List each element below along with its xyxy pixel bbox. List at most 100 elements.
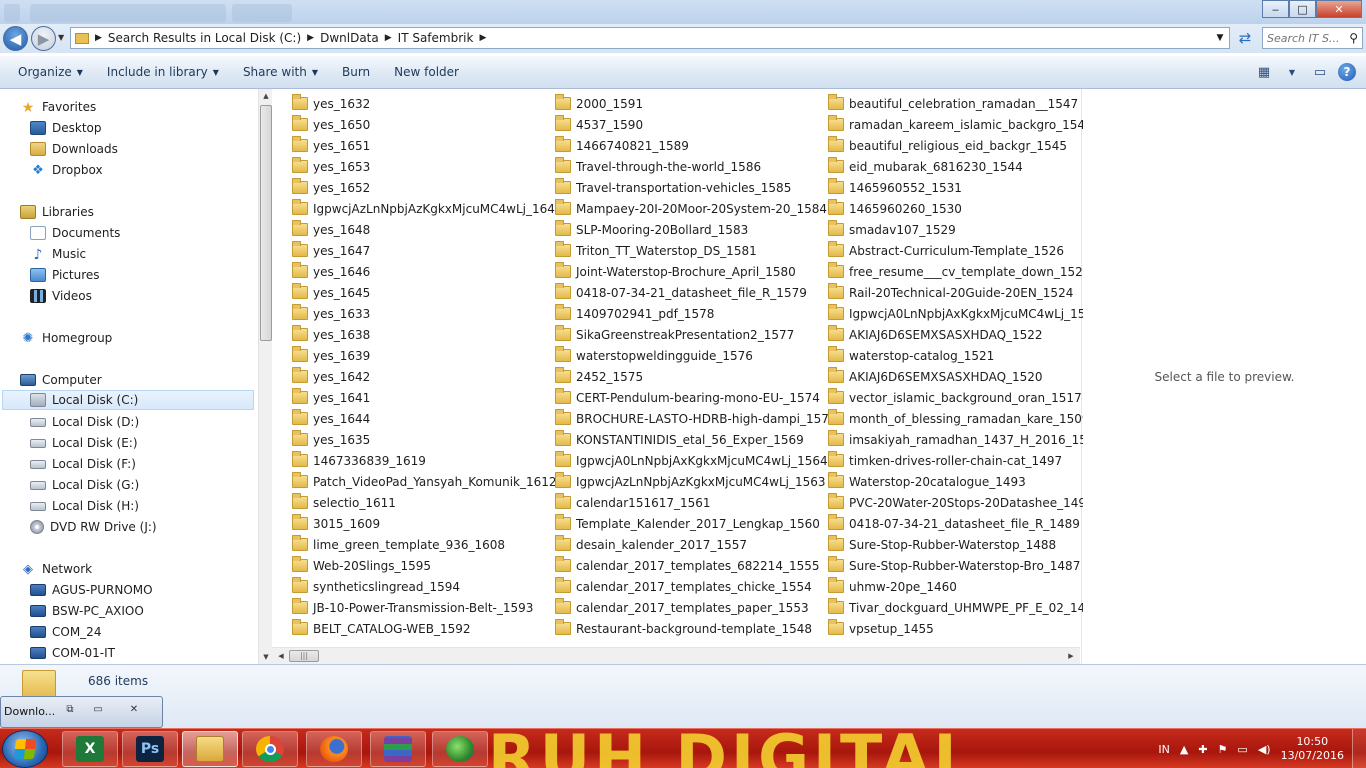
file-list-item[interactable]: timken-drives-roller-chain-cat_1497: [828, 450, 1062, 471]
file-list-item[interactable]: 1409702941_pdf_1578: [555, 303, 714, 324]
file-list-item[interactable]: IgpwcjA0LnNpbjAxKgkxMjcuMC4wLj_1523: [828, 303, 1101, 324]
search-input[interactable]: [1267, 31, 1347, 45]
file-list-item[interactable]: CERT-Pendulum-bearing-mono-EU-_1574: [555, 387, 820, 408]
file-list-item[interactable]: month_of_blessing_ramadan_kare_1509: [828, 408, 1090, 429]
refresh-button[interactable]: ⇄: [1234, 27, 1256, 49]
file-list-item[interactable]: Sure-Stop-Rubber-Waterstop_1488: [828, 534, 1056, 555]
close-icon[interactable]: ✕: [123, 702, 145, 717]
file-list-item[interactable]: 3015_1609: [292, 513, 380, 534]
taskbar-explorer[interactable]: [182, 731, 238, 767]
breadcrumb-item[interactable]: ▶ IT Safembrik: [385, 31, 474, 45]
breadcrumb-item[interactable]: ▶: [479, 33, 492, 43]
scroll-up-icon[interactable]: ▲: [259, 89, 273, 103]
forward-button[interactable]: ▶: [31, 26, 56, 51]
file-list-item[interactable]: yes_1650: [292, 114, 370, 135]
minimize-button[interactable]: ‒: [1262, 0, 1289, 18]
file-list-item[interactable]: yes_1646: [292, 261, 370, 282]
network-tray-icon[interactable]: ✚: [1198, 743, 1207, 756]
file-list-item[interactable]: Travel-through-the-world_1586: [555, 156, 761, 177]
taskbar-photoshop[interactable]: Ps: [122, 731, 178, 767]
search-icon[interactable]: ⚲: [1349, 31, 1358, 45]
file-list-item[interactable]: yes_1645: [292, 282, 370, 303]
file-list-item[interactable]: yes_1648: [292, 219, 370, 240]
maximize-button[interactable]: □: [1289, 0, 1316, 18]
nav-documents[interactable]: Documents: [30, 223, 120, 243]
file-list-item[interactable]: yes_1651: [292, 135, 370, 156]
file-list-item[interactable]: Tivar_dockguard_UHMWPE_PF_E_02_1459: [828, 597, 1100, 618]
breadcrumb-item[interactable]: ▶ Search Results in Local Disk (C:): [95, 31, 301, 45]
file-list-item[interactable]: SLP-Mooring-20Bollard_1583: [555, 219, 748, 240]
burn-button[interactable]: Burn: [330, 61, 382, 83]
file-list-item[interactable]: uhmw-20pe_1460: [828, 576, 957, 597]
nav-drive-c[interactable]: Local Disk (C:): [2, 390, 254, 410]
scroll-right-icon[interactable]: ▶: [1064, 649, 1078, 663]
address-field[interactable]: ▶ Search Results in Local Disk (C:) ▶ Dwnl…: [70, 27, 1230, 49]
nav-network-computer[interactable]: AGUS-PURNOMO: [30, 580, 153, 600]
file-list-item[interactable]: beautiful_religious_eid_backgr_1545: [828, 135, 1067, 156]
file-list-item[interactable]: BROCHURE-LASTO-HDRB-high-dampi_1573: [555, 408, 836, 429]
start-button[interactable]: [2, 730, 48, 768]
horizontal-scroll-thumb[interactable]: |||: [289, 650, 319, 662]
file-list-item[interactable]: Waterstop-20catalogue_1493: [828, 471, 1026, 492]
taskbar-chrome[interactable]: [242, 731, 298, 767]
file-list-item[interactable]: smadav107_1529: [828, 219, 956, 240]
file-list-item[interactable]: Joint-Waterstop-Brochure_April_1580: [555, 261, 796, 282]
display-icon[interactable]: ▭: [1237, 743, 1247, 756]
share-with-button[interactable]: Share with ▼: [231, 61, 330, 83]
breadcrumb-item[interactable]: ▶ DwnlData: [307, 31, 379, 45]
file-list-item[interactable]: yes_1642: [292, 366, 370, 387]
nav-network-computer[interactable]: COM-01-IT: [30, 643, 115, 663]
nav-videos[interactable]: Videos: [30, 286, 92, 306]
language-indicator[interactable]: IN: [1158, 743, 1169, 756]
file-list-item[interactable]: yes_1638: [292, 324, 370, 345]
horizontal-scrollbar[interactable]: ◀ ||| ▶: [272, 647, 1080, 664]
taskbar-excel[interactable]: X: [62, 731, 118, 767]
file-list-item[interactable]: 1465960260_1530: [828, 198, 962, 219]
file-list-item[interactable]: IgpwcjAzLnNpbjAzKgkxMjcuMC4wLj_1563: [555, 471, 826, 492]
file-list-item[interactable]: AKIAJ6D6SEMXSASXHDAQ_1520: [828, 366, 1043, 387]
include-in-library-button[interactable]: Include in library ▼: [95, 61, 231, 83]
nav-network[interactable]: ◈ Network: [20, 559, 92, 579]
file-list-item[interactable]: selectio_1611: [292, 492, 396, 513]
file-list-item[interactable]: Mampaey-20I-20Moor-20System-20_1584: [555, 198, 827, 219]
file-list-item[interactable]: eid_mubarak_6816230_1544: [828, 156, 1023, 177]
new-folder-button[interactable]: New folder: [382, 61, 471, 83]
file-list-item[interactable]: 2000_1591: [555, 93, 643, 114]
view-options-dropdown[interactable]: ▼: [1282, 62, 1302, 82]
file-list-item[interactable]: ramadan_kareem_islamic_backgro_1546: [828, 114, 1093, 135]
file-list-item[interactable]: desain_kalender_2017_1557: [555, 534, 747, 555]
file-list-item[interactable]: yes_1647: [292, 240, 370, 261]
file-list-item[interactable]: Travel-transportation-vehicles_1585: [555, 177, 791, 198]
nav-pictures[interactable]: Pictures: [30, 265, 100, 285]
address-dropdown[interactable]: ▼: [1211, 28, 1229, 48]
file-list-item[interactable]: calendar151617_1561: [555, 492, 711, 513]
file-list-item[interactable]: vpsetup_1455: [828, 618, 934, 639]
nav-desktop[interactable]: Desktop: [30, 118, 102, 138]
file-list-item[interactable]: 0418-07-34-21_datasheet_file_R_1489: [828, 513, 1080, 534]
close-button[interactable]: ✕: [1316, 0, 1362, 18]
file-list-item[interactable]: yes_1641: [292, 387, 370, 408]
file-list-item[interactable]: Web-20Slings_1595: [292, 555, 431, 576]
file-list-item[interactable]: yes_1632: [292, 93, 370, 114]
file-list-item[interactable]: 1466740821_1589: [555, 135, 689, 156]
nav-drive-h[interactable]: Local Disk (H:): [30, 496, 139, 516]
preview-pane-button[interactable]: ▭: [1310, 62, 1330, 82]
file-list-item[interactable]: Restaurant-background-template_1548: [555, 618, 812, 639]
file-list-item[interactable]: Sure-Stop-Rubber-Waterstop-Bro_1487: [828, 555, 1080, 576]
help-icon[interactable]: ?: [1338, 63, 1356, 81]
taskbar-winrar[interactable]: [370, 731, 426, 767]
file-list-item[interactable]: KONSTANTINIDIS_etal_56_Exper_1569: [555, 429, 804, 450]
nav-drive-f[interactable]: Local Disk (F:): [30, 454, 136, 474]
file-list-item[interactable]: PVC-20Water-20Stops-20Datashee_1492: [828, 492, 1094, 513]
file-list-item[interactable]: yes_1653: [292, 156, 370, 177]
file-list-item[interactable]: yes_1635: [292, 429, 370, 450]
file-list-item[interactable]: free_resume___cv_template_down_1525: [828, 261, 1090, 282]
file-list-item[interactable]: 0418-07-34-21_datasheet_file_R_1579: [555, 282, 807, 303]
file-list-item[interactable]: calendar_2017_templates_paper_1553: [555, 597, 809, 618]
nav-dropbox[interactable]: ❖ Dropbox: [30, 160, 102, 180]
file-list-item[interactable]: vector_islamic_background_oran_1517: [828, 387, 1082, 408]
volume-icon[interactable]: ◀): [1258, 743, 1271, 756]
nav-scrollbar[interactable]: ▲ ▼: [258, 89, 272, 664]
show-desktop-button[interactable]: [1352, 729, 1366, 768]
maximize-icon[interactable]: ▭: [87, 702, 109, 717]
